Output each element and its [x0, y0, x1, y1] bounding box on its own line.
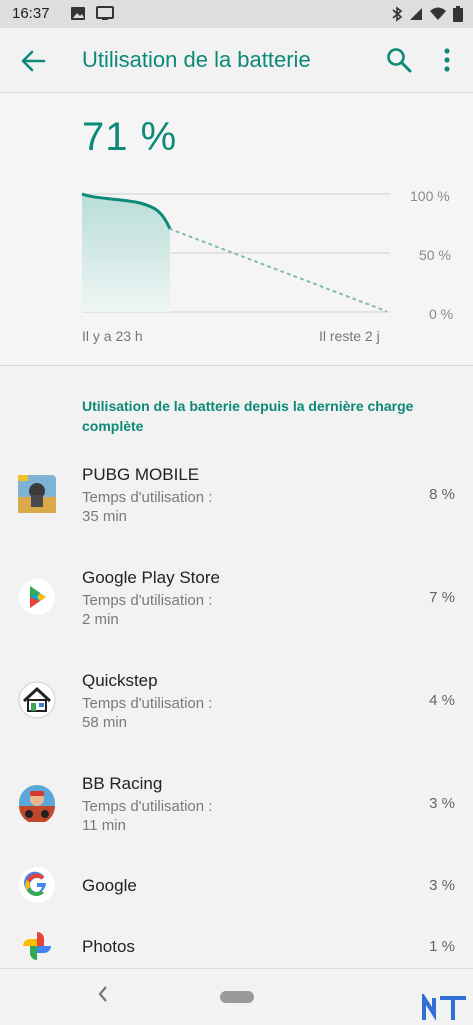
nav-back-icon[interactable]: [95, 983, 111, 1005]
app-row-quickstep[interactable]: Quickstep Temps d'utilisation : 58 min 4…: [0, 661, 473, 756]
app-usage-value: 58 min: [82, 714, 128, 731]
app-usage-label: Temps d'utilisation :: [82, 695, 213, 712]
app-name: PUBG MOBILE: [82, 465, 200, 484]
app-row-pubg[interactable]: PUBG MOBILE Temps d'utilisation : 35 min…: [0, 455, 473, 550]
app-percent: 3 %: [429, 877, 455, 894]
app-row-play-store[interactable]: Google Play Store Temps d'utilisation : …: [0, 558, 473, 653]
battery-summary: 71 % 100 % 50 % 0 % Il y a 23 h Il reste…: [0, 93, 473, 366]
chart-y-label-50: 50 %: [419, 247, 451, 263]
chart-projection-line: [169, 228, 387, 312]
app-name: Photos: [82, 937, 135, 956]
app-percent: 1 %: [429, 938, 455, 955]
app-usage-label: Temps d'utilisation :: [82, 592, 213, 609]
app-percent: 8 %: [429, 486, 455, 503]
app-bar: Utilisation de la batterie: [0, 28, 473, 93]
photos-pinwheel-icon: [23, 932, 51, 960]
signal-icon: [410, 8, 422, 20]
bb-racing-icon: [19, 785, 55, 822]
chart-y-label-0: 0 %: [429, 306, 454, 322]
screen-cast-icon: [96, 6, 114, 20]
app-name: Google: [82, 876, 137, 895]
more-options-icon[interactable]: [436, 47, 458, 73]
app-percent: 3 %: [429, 795, 455, 812]
status-bar: 16:37: [0, 0, 473, 28]
app-usage-value: 11 min: [82, 817, 126, 834]
bluetooth-icon: [392, 6, 403, 22]
app-percent: 4 %: [429, 692, 455, 709]
app-row-google[interactable]: Google 3 %: [0, 862, 473, 912]
wifi-icon: [430, 7, 446, 20]
pubg-icon: [18, 475, 56, 513]
google-g-icon: [19, 867, 55, 903]
app-usage-label: Temps d'utilisation :: [82, 489, 213, 506]
back-arrow-icon[interactable]: [20, 48, 46, 74]
app-name: BB Racing: [82, 774, 163, 793]
app-name: Google Play Store: [82, 568, 220, 587]
app-usage-value: 35 min: [82, 508, 128, 525]
app-usage-value: 2 min: [82, 611, 119, 628]
app-percent: 7 %: [429, 589, 455, 606]
chart-y-label-100: 100 %: [410, 188, 450, 204]
status-time: 16:37: [12, 5, 50, 22]
chart-x-end-label: Il reste 2 j: [319, 328, 380, 344]
image-notification-icon: [71, 7, 85, 20]
app-row-bb-racing[interactable]: BB Racing Temps d'utilisation : 11 min 3…: [0, 764, 473, 859]
search-icon[interactable]: [386, 47, 412, 73]
chart-x-start-label: Il y a 23 h: [82, 328, 143, 344]
app-usage-label: Temps d'utilisation :: [82, 798, 213, 815]
section-title: Utilisation de la batterie depuis la der…: [82, 398, 414, 434]
app-name: Quickstep: [82, 671, 158, 690]
battery-icon: [453, 6, 463, 22]
navigation-bar: [0, 968, 473, 1025]
watermark-logo: [422, 994, 466, 1021]
play-store-icon: [19, 579, 55, 615]
house-icon: [18, 681, 56, 719]
page-title: Utilisation de la batterie: [82, 47, 311, 72]
battery-chart: [81, 192, 390, 313]
home-pill[interactable]: [220, 991, 254, 1003]
app-row-photos[interactable]: Photos 1 %: [0, 925, 473, 969]
